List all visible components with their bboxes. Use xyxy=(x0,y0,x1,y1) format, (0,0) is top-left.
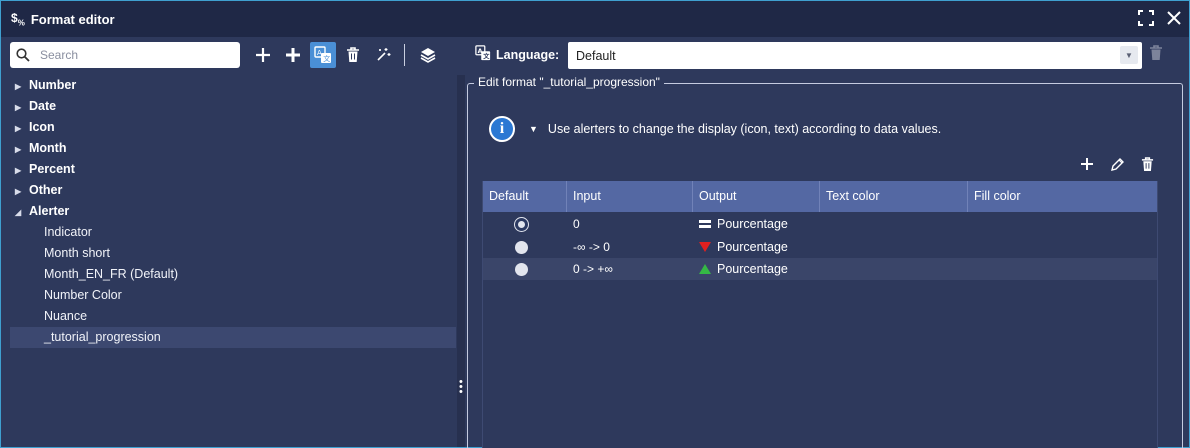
column-header-output[interactable]: Output xyxy=(693,181,820,212)
add-row-icon[interactable] xyxy=(1077,154,1097,174)
dropdown-arrow-icon[interactable]: ▼ xyxy=(1120,46,1138,64)
output-cell: Pourcentage xyxy=(693,240,820,254)
tree-item-tutorial-progression[interactable]: _tutorial_progression xyxy=(10,327,456,348)
default-radio[interactable] xyxy=(514,240,528,254)
tree-folder-month[interactable]: ▶ Month xyxy=(10,138,456,159)
caret-right-icon: ▶ xyxy=(15,124,22,133)
translate-icon[interactable]: A文 xyxy=(310,42,336,68)
tree-item-month-en-fr[interactable]: Month_EN_FR (Default) xyxy=(10,264,456,285)
language-value: Default xyxy=(576,48,616,63)
table-row[interactable]: 0 Pourcentage xyxy=(483,213,1157,235)
equal-icon xyxy=(699,220,711,228)
tree-folder-other[interactable]: ▶ Other xyxy=(10,180,456,201)
delete-row-icon[interactable] xyxy=(1137,154,1157,174)
info-text: Use alerters to change the display (icon… xyxy=(547,122,942,136)
info-row: i ▼ Use alerters to change the display (… xyxy=(489,116,941,142)
language-delete-icon[interactable] xyxy=(1149,45,1163,64)
splitter-grip-icon[interactable]: • • • xyxy=(459,377,463,398)
info-icon: i xyxy=(489,116,515,142)
add-child-icon[interactable] xyxy=(280,42,306,68)
format-editor-window: $% Format editor A文 xyxy=(0,0,1190,448)
tree-item-number-color[interactable]: Number Color xyxy=(10,285,456,306)
tree-folder-date[interactable]: ▶ Date xyxy=(10,96,456,117)
tree-folder-percent[interactable]: ▶ Percent xyxy=(10,159,456,180)
tree-folder-icon[interactable]: ▶ Icon xyxy=(10,117,456,138)
tree-toolbar: A文 xyxy=(10,42,462,68)
table-actions xyxy=(1077,154,1157,174)
edit-format-legend: Edit format "_tutorial_progression" xyxy=(474,75,664,89)
input-cell: 0 xyxy=(573,217,580,231)
column-header-input[interactable]: Input xyxy=(567,181,693,212)
tree-folder-number[interactable]: ▶ Number xyxy=(10,75,456,96)
title-bar: $% Format editor xyxy=(1,1,1189,37)
table-header: Default Input Output Text color Fill col… xyxy=(483,181,1157,212)
down-triangle-icon xyxy=(699,242,711,252)
column-header-default[interactable]: Default xyxy=(483,181,567,212)
magic-wand-icon[interactable] xyxy=(370,42,396,68)
table-row[interactable]: -∞ -> 0 Pourcentage xyxy=(483,236,1157,258)
default-radio[interactable] xyxy=(514,262,528,276)
column-header-text-color[interactable]: Text color xyxy=(820,181,968,212)
search-box[interactable] xyxy=(10,42,240,68)
column-header-fill-color[interactable]: Fill color xyxy=(968,181,1157,212)
svg-text:A: A xyxy=(478,48,483,55)
language-label: A文 Language: xyxy=(475,45,559,64)
edit-icon[interactable] xyxy=(1107,154,1127,174)
input-cell: 0 -> +∞ xyxy=(573,262,613,276)
tree-item-indicator[interactable]: Indicator xyxy=(10,222,456,243)
svg-text:文: 文 xyxy=(483,52,490,60)
layers-icon[interactable] xyxy=(415,42,441,68)
window-title: Format editor xyxy=(30,11,115,27)
svg-text:文: 文 xyxy=(323,54,330,63)
tree-item-month-short[interactable]: Month short xyxy=(10,243,456,264)
window-controls xyxy=(1137,7,1183,29)
format-app-icon: $% xyxy=(11,10,25,28)
translate-icon: A文 xyxy=(475,45,491,64)
close-icon[interactable] xyxy=(1165,7,1183,29)
svg-text:A: A xyxy=(317,49,322,57)
default-cell xyxy=(483,217,567,231)
add-icon[interactable] xyxy=(250,42,276,68)
alerter-table: Default Input Output Text color Fill col… xyxy=(482,181,1158,448)
language-select[interactable]: Default ▼ xyxy=(568,42,1142,69)
caret-down-icon: ◢ xyxy=(15,208,22,217)
delete-icon[interactable] xyxy=(340,42,366,68)
caret-right-icon: ▶ xyxy=(15,103,22,112)
collapse-caret-icon[interactable]: ▼ xyxy=(529,124,538,134)
default-cell xyxy=(483,240,567,254)
toolbar-separator xyxy=(404,44,405,66)
caret-right-icon: ▶ xyxy=(15,82,22,91)
format-tree: ▶ Number ▶ Date ▶ Icon ▶ Month ▶ Percent ▶ Oth… xyxy=(10,75,456,447)
table-row[interactable]: 0 -> +∞ Pourcentage xyxy=(483,258,1157,280)
search-input[interactable] xyxy=(40,48,230,62)
tree-item-nuance[interactable]: Nuance xyxy=(10,306,456,327)
caret-right-icon: ▶ xyxy=(15,166,22,175)
default-radio[interactable] xyxy=(514,217,528,231)
up-triangle-icon xyxy=(699,264,711,274)
default-cell xyxy=(483,262,567,276)
caret-right-icon: ▶ xyxy=(15,187,22,196)
search-icon xyxy=(16,48,30,62)
output-cell: Pourcentage xyxy=(693,262,820,276)
maximize-icon[interactable] xyxy=(1137,7,1155,29)
tree-folder-alerter[interactable]: ◢ Alerter xyxy=(10,201,456,222)
caret-right-icon: ▶ xyxy=(15,145,22,154)
output-cell: Pourcentage xyxy=(693,217,820,231)
input-cell: -∞ -> 0 xyxy=(573,240,610,254)
